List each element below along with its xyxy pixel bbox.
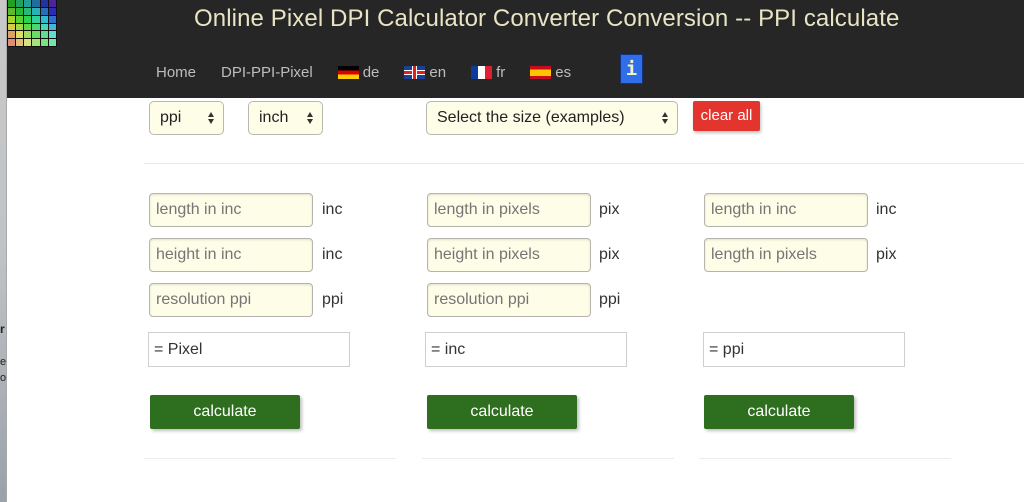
logo-cell [32, 39, 40, 46]
unit-label: inc [322, 246, 343, 263]
logo-cell [24, 31, 32, 39]
flag-spain-icon [530, 65, 552, 79]
length-pixels-input[interactable] [704, 238, 868, 272]
ppi-result-field[interactable]: = ppi [703, 332, 905, 367]
logo-cell [24, 7, 32, 15]
nav-lang-en[interactable]: en [404, 64, 446, 81]
nav-lang-en-label: en [429, 63, 447, 81]
main-nav: Home DPI-PPI-Pixel de en fr es [156, 60, 571, 84]
logo-cell [16, 31, 24, 39]
nav-home[interactable]: Home [156, 64, 196, 81]
nav-lang-fr[interactable]: fr [471, 64, 505, 81]
resolution-ppi-input[interactable] [427, 283, 591, 317]
flag-uk-icon [404, 65, 426, 79]
logo-cell [40, 31, 48, 39]
logo-cell [40, 0, 48, 7]
length-unit-select[interactable]: inch [248, 101, 323, 135]
logo-cell [48, 23, 56, 31]
logo-cell [24, 23, 32, 31]
size-examples-value: Select the size (examples) [437, 109, 625, 126]
resolution-unit-select[interactable]: ppi [149, 101, 224, 135]
resolution-unit-value: ppi [160, 109, 182, 126]
logo-cell [48, 39, 56, 46]
logo-cell [24, 0, 32, 7]
unit-label: pix [876, 246, 897, 263]
logo-cell [8, 0, 16, 7]
select-arrows-icon [662, 112, 668, 124]
select-arrows-icon [307, 112, 313, 124]
unit-label: ppi [599, 291, 621, 308]
nav-lang-fr-label: fr [496, 63, 506, 81]
logo-cell [40, 15, 48, 23]
site-header: Online Pixel DPI Calculator Converter Co… [7, 0, 1024, 98]
info-button[interactable]: i [620, 54, 643, 84]
flag-france-icon [471, 65, 493, 79]
logo-cell [48, 0, 56, 7]
logo-cell [24, 39, 32, 46]
unit-label: inc [876, 201, 897, 218]
length-unit-value: inch [259, 109, 289, 126]
logo-cell [8, 31, 16, 39]
logo-cell [32, 15, 40, 23]
length-inc-input[interactable] [149, 193, 313, 227]
nav-dpi-ppi-pixel[interactable]: DPI-PPI-Pixel [221, 64, 313, 81]
inch-result-field[interactable]: = inc [425, 332, 627, 367]
resolution-ppi-input[interactable] [149, 283, 313, 317]
clear-all-button[interactable]: clear all [693, 101, 760, 131]
logo-cell [16, 0, 24, 7]
logo-cell [16, 39, 24, 46]
logo-cell [48, 15, 56, 23]
page-title: Online Pixel DPI Calculator Converter Co… [194, 5, 900, 32]
nav-dpi-ppi-pixel-label: DPI-PPI-Pixel [221, 63, 313, 81]
height-pixels-input[interactable] [427, 238, 591, 272]
unit-label: inc [322, 201, 343, 218]
calculate-pixel-button[interactable]: calculate [150, 395, 300, 429]
logo-cell [8, 23, 16, 31]
background-text-fragment: e [0, 356, 7, 368]
background-window-edge: r e o [0, 0, 7, 502]
logo-cell [32, 31, 40, 39]
unit-label: ppi [322, 291, 344, 308]
select-arrows-icon [208, 112, 214, 124]
nav-lang-es[interactable]: es [530, 64, 571, 81]
logo-cell [48, 31, 56, 39]
divider [144, 458, 396, 459]
logo-cell [32, 0, 40, 7]
length-inc-input[interactable] [704, 193, 868, 227]
nav-lang-es-label: es [555, 63, 572, 81]
unit-label: pix [599, 246, 620, 263]
logo-cell [40, 7, 48, 15]
logo-cell [8, 39, 16, 46]
browser-page: Online Pixel DPI Calculator Converter Co… [7, 0, 1024, 502]
size-examples-select[interactable]: Select the size (examples) [426, 101, 678, 135]
height-inc-input[interactable] [149, 238, 313, 272]
divider [144, 163, 1024, 164]
logo-cell [40, 39, 48, 46]
logo-cell [32, 7, 40, 15]
logo-cell [16, 7, 24, 15]
logo-cell [16, 15, 24, 23]
length-pixels-input[interactable] [427, 193, 591, 227]
divider [422, 458, 674, 459]
logo-cell [16, 23, 24, 31]
calculate-inch-button[interactable]: calculate [427, 395, 577, 429]
logo-cell [8, 7, 16, 15]
divider [699, 458, 951, 459]
logo-cell [8, 15, 16, 23]
flag-germany-icon [337, 65, 359, 79]
info-icon: i [625, 58, 638, 80]
background-text-fragment: o [0, 372, 7, 384]
color-grid-logo-icon[interactable] [7, 0, 57, 47]
pixel-result-field[interactable]: = Pixel [148, 332, 350, 367]
background-text-fragment: r [0, 322, 5, 336]
nav-home-label: Home [156, 63, 197, 81]
calculate-ppi-button[interactable]: calculate [704, 395, 854, 429]
logo-cell [48, 7, 56, 15]
nav-lang-de[interactable]: de [337, 63, 380, 81]
unit-label: pix [599, 201, 620, 218]
logo-cell [40, 23, 48, 31]
nav-lang-de-label: de [362, 63, 380, 81]
logo-cell [24, 15, 32, 23]
logo-cell [32, 23, 40, 31]
